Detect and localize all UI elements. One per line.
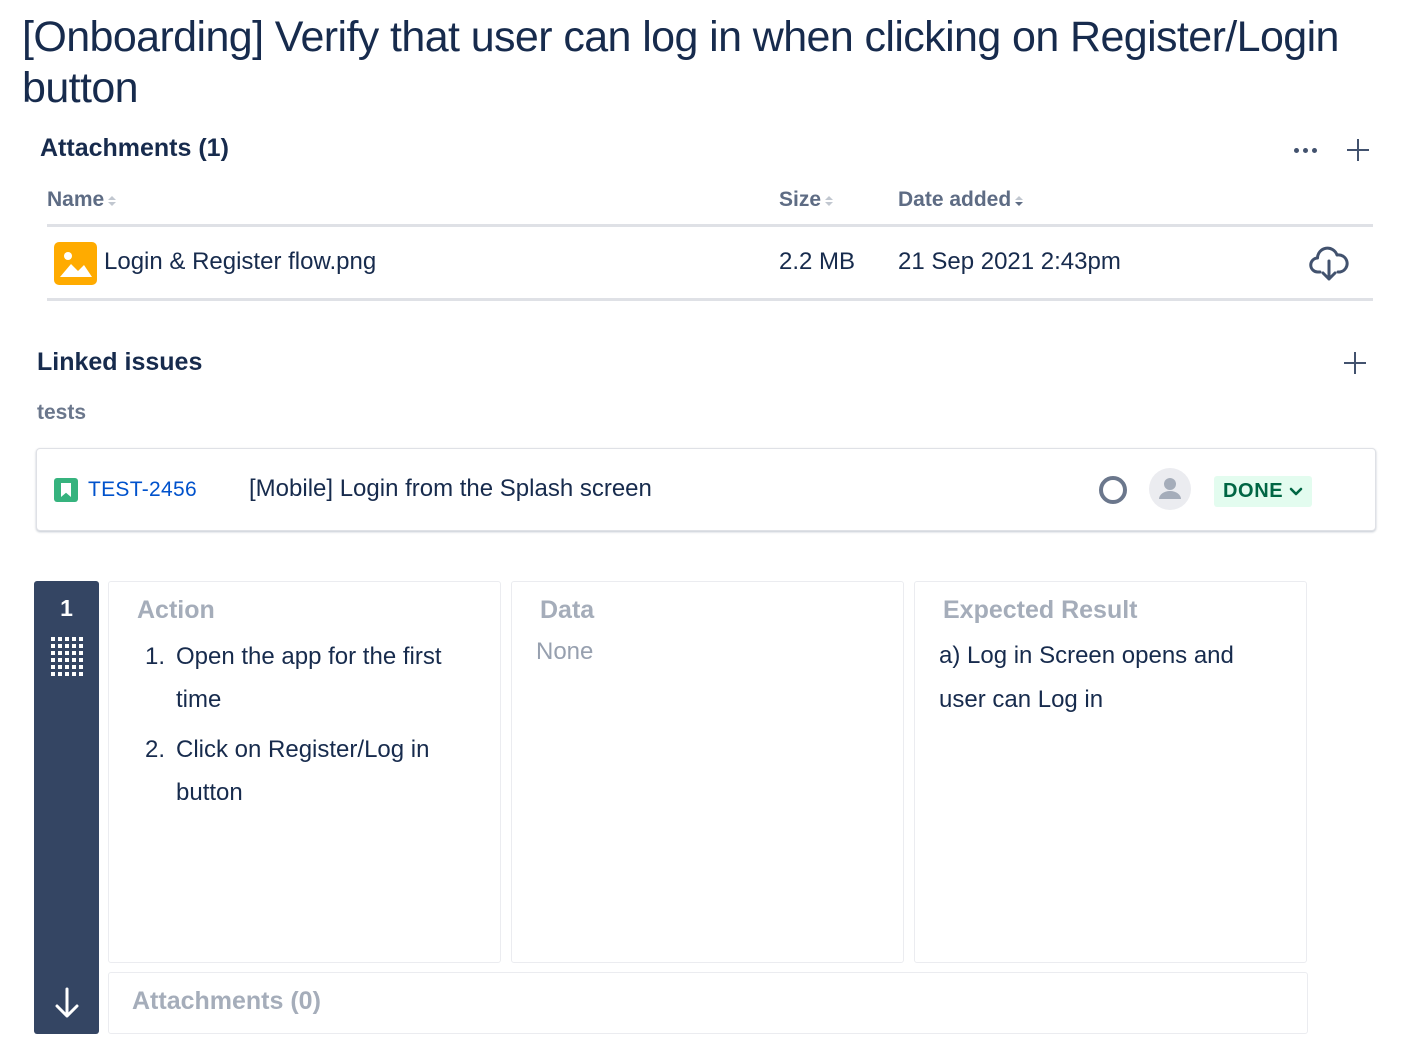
action-list: 1. Open the app for the first time 2. Cl…	[145, 635, 485, 821]
list-item: 1. Open the app for the first time	[145, 635, 485, 721]
table-header-divider	[47, 224, 1373, 227]
image-file-icon	[54, 242, 97, 285]
status-dropdown[interactable]: DONE	[1214, 476, 1313, 507]
chevron-down-icon	[1289, 487, 1303, 495]
linked-issues-header: Linked issues	[37, 348, 203, 376]
priority-icon	[1099, 476, 1127, 504]
step-attachments-row[interactable]: Attachments (0)	[108, 972, 1308, 1034]
drag-handle-icon[interactable]	[50, 637, 84, 677]
list-item: 2. Click on Register/Log in button	[145, 728, 485, 814]
action-title: Action	[137, 596, 215, 624]
more-actions-icon[interactable]	[1290, 138, 1320, 162]
sort-icon	[825, 196, 834, 206]
column-header-date-label: Date added	[898, 188, 1012, 211]
arrow-down-icon[interactable]	[52, 986, 82, 1020]
column-header-name-label: Name	[47, 188, 105, 211]
add-linked-issue-icon[interactable]	[1340, 348, 1370, 378]
table-bottom-divider	[47, 298, 1373, 301]
action-column[interactable]: Action 1. Open the app for the first tim…	[108, 581, 501, 963]
download-cloud-icon[interactable]	[1308, 244, 1350, 284]
data-value: None	[536, 638, 594, 665]
link-type-label: tests	[37, 401, 87, 424]
column-header-size[interactable]: Size	[779, 188, 834, 212]
list-item-number: 1.	[145, 643, 166, 670]
issue-key-link[interactable]: TEST-2456	[88, 478, 197, 502]
attachments-header: Attachments (1)	[40, 134, 229, 162]
add-attachment-icon[interactable]	[1343, 135, 1373, 165]
test-step-sidebar: 1	[34, 581, 99, 1034]
step-number: 1	[60, 595, 73, 621]
sort-desc-icon	[1015, 196, 1024, 206]
data-column[interactable]: Data None	[511, 581, 904, 963]
list-item-text: Click on Register/Log in button	[176, 736, 430, 806]
status-label: DONE	[1223, 480, 1284, 502]
sort-icon	[108, 196, 117, 206]
column-header-date[interactable]: Date added	[898, 188, 1024, 212]
page-title: [Onboarding] Verify that user can log in…	[22, 13, 1339, 112]
attachment-file-name[interactable]: Login & Register flow.png	[104, 248, 376, 276]
data-title: Data	[540, 596, 595, 624]
attachment-file-size: 2.2 MB	[779, 248, 856, 275]
issue-summary[interactable]: [Mobile] Login from the Splash screen	[249, 475, 652, 503]
attachment-date-added: 21 Sep 2021 2:43pm	[898, 248, 1121, 275]
column-header-name[interactable]: Name	[47, 188, 117, 212]
expected-result-value: a) Log in Screen opens and user can Log …	[939, 642, 1234, 713]
column-header-size-label: Size	[779, 188, 822, 211]
expected-result-column[interactable]: Expected Result a) Log in Screen opens a…	[914, 581, 1307, 963]
assignee-avatar-icon[interactable]	[1149, 468, 1191, 510]
step-attachments-label: Attachments (0)	[132, 987, 321, 1015]
list-item-text: Open the app for the first time	[176, 643, 442, 713]
story-icon	[54, 478, 78, 502]
list-item-number: 2.	[145, 736, 166, 763]
linked-issue-row[interactable]: TEST-2456 [Mobile] Login from the Splash…	[36, 448, 1376, 531]
expected-result-title: Expected Result	[943, 596, 1138, 624]
